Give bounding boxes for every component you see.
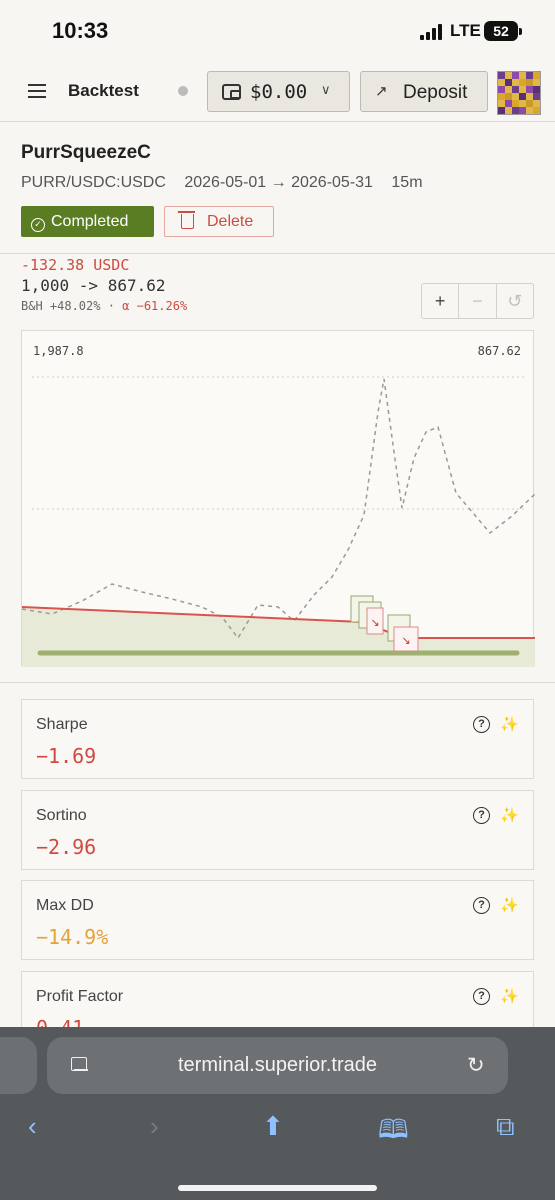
backtest-meta: PURR/USDC:USDC 2026-05-01 → 2026-05-31 1…: [21, 174, 437, 192]
help-icon[interactable]: ?: [473, 807, 490, 824]
magic-wand-icon[interactable]: ✨: [500, 896, 519, 914]
battery-icon: 52: [484, 21, 522, 41]
network-type: LTE: [450, 21, 481, 40]
magic-wand-icon[interactable]: ✨: [500, 715, 519, 733]
tabs-icon[interactable]: ⧉: [496, 1111, 515, 1143]
metric-label: Sortino: [36, 807, 87, 824]
date-range: 2026-05-01 → 2026-05-31: [184, 174, 373, 191]
backtest-info: PurrSqueezeC PURR/USDC:USDC 2026-05-01 →…: [0, 122, 555, 254]
trading-pair: PURR/USDC:USDC: [21, 174, 166, 191]
metric-label: Profit Factor: [36, 988, 124, 1005]
strategy-name: PurrSqueezeC: [21, 142, 151, 163]
page-title: Backtest: [68, 81, 139, 100]
deposit-label: Deposit: [403, 82, 468, 103]
reset-zoom-button[interactable]: ↺: [497, 284, 533, 318]
metric-card-sharpe: Sharpe −1.69 ? ✨: [21, 699, 534, 779]
home-indicator: [178, 1185, 377, 1191]
trash-icon: [178, 211, 195, 229]
chart-axis-max-label: 1,987.8: [33, 344, 84, 358]
balance-change: 1,000 -> 867.62: [21, 276, 166, 295]
buy-hold-value: B&H +48.02% ·: [21, 299, 115, 313]
bookmarks-icon[interactable]: 🕮: [378, 1111, 409, 1155]
address-bar[interactable]: terminal.superior.trade ↻: [47, 1037, 508, 1094]
arrow-up-left-icon: ↗: [375, 83, 388, 100]
delete-button[interactable]: Delete: [164, 206, 274, 237]
chevron-down-icon: ∨: [321, 82, 331, 97]
exit-arrow-icon: ↘: [401, 635, 410, 647]
status-time: 10:33: [52, 18, 109, 43]
timeframe: 15m: [391, 174, 423, 191]
cellular-signal-icon: [420, 24, 444, 40]
zoom-out-button[interactable]: −: [459, 284, 497, 318]
help-icon[interactable]: ?: [473, 716, 490, 733]
magic-wand-icon[interactable]: ✨: [500, 987, 519, 1005]
url-text: terminal.superior.trade: [178, 1054, 377, 1076]
browser-toolbar: terminal.superior.trade ↻ ‹ › ⬆ 🕮 ⧉: [0, 1027, 555, 1200]
help-icon[interactable]: ?: [473, 897, 490, 914]
menu-icon[interactable]: [28, 84, 46, 98]
avatar[interactable]: [497, 71, 541, 115]
status-bar: 10:33 LTE 52: [0, 0, 555, 60]
wallet-icon: [222, 84, 241, 100]
previous-tab-preview[interactable]: [0, 1037, 37, 1094]
exit-arrow-icon: ↘: [370, 617, 379, 629]
metric-value: −14.9%: [36, 925, 109, 949]
back-icon[interactable]: ‹: [28, 1111, 37, 1142]
connection-status-dot: [178, 86, 188, 96]
pnl-value: -132.38 USDC: [21, 256, 130, 274]
deposit-button[interactable]: ↗ Deposit: [360, 71, 488, 112]
wallet-balance-button[interactable]: $0.00 ∨: [207, 71, 350, 112]
metric-card-sortino: Sortino −2.96 ? ✨: [21, 790, 534, 870]
result-summary: -132.38 USDC 1,000 -> 867.62 B&H +48.02%…: [21, 256, 187, 313]
browser-nav-bar: ‹ › ⬆ 🕮 ⧉: [0, 1107, 555, 1157]
help-icon[interactable]: ?: [473, 988, 490, 1005]
metric-label: Sharpe: [36, 716, 88, 733]
chart-final-value-label: 867.62: [477, 344, 521, 358]
check-circle-icon: ✓: [31, 218, 45, 232]
reload-icon[interactable]: ↻: [467, 1053, 485, 1078]
forward-icon[interactable]: ›: [150, 1111, 159, 1142]
equity-chart-svg: ↘ ↘: [22, 376, 535, 667]
metric-value: −1.69: [36, 744, 97, 768]
buy-hold-comparison: B&H +48.02% · α −61.26%: [21, 299, 187, 313]
delete-label: Delete: [207, 213, 254, 230]
metric-card-max-dd: Max DD −14.9% ? ✨: [21, 880, 534, 960]
zoom-in-button[interactable]: +: [422, 284, 460, 318]
chart-zoom-controls: + − ↺: [421, 283, 534, 319]
wallet-balance: $0.00: [250, 81, 308, 103]
magic-wand-icon[interactable]: ✨: [500, 806, 519, 824]
alpha-value: α −61.26%: [122, 299, 188, 313]
share-icon[interactable]: ⬆: [262, 1111, 284, 1142]
app-header: Backtest $0.00 ∨ ↗ Deposit: [0, 60, 555, 122]
divider: [0, 682, 555, 683]
metric-label: Max DD: [36, 897, 94, 914]
status-badge: ✓ Completed: [21, 206, 154, 237]
status-label: Completed: [51, 213, 129, 230]
equity-chart[interactable]: ↘ ↘ 1,987.8 867.62: [21, 330, 535, 667]
metric-value: −2.96: [36, 835, 97, 859]
